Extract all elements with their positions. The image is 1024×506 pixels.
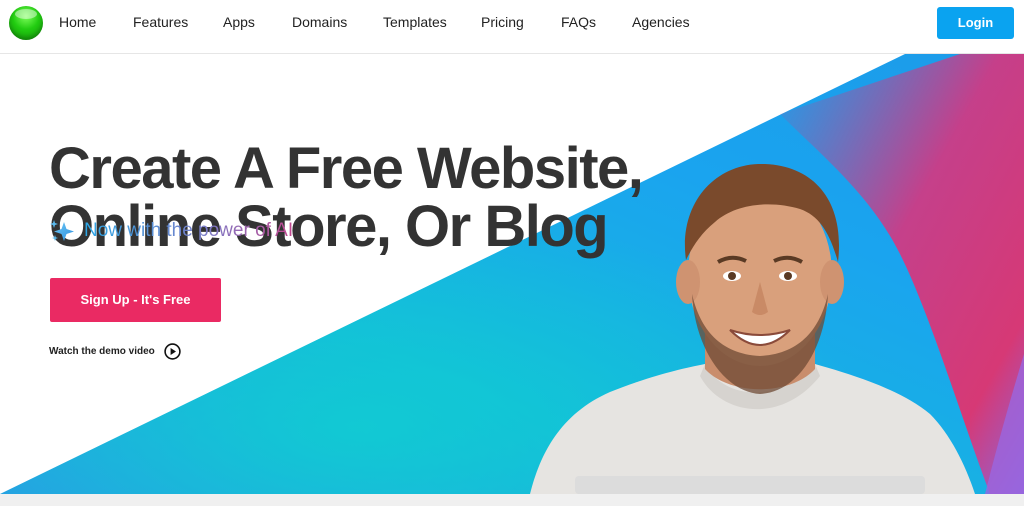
signup-button[interactable]: Sign Up - It's Free	[50, 278, 221, 322]
play-circle-icon[interactable]	[164, 342, 181, 360]
sparkle-icon	[50, 220, 74, 241]
hero-section: Create A Free Website, Online Store, Or …	[0, 54, 1024, 494]
nav-item-pricing[interactable]: Pricing	[481, 14, 524, 30]
ai-tagline: Now with the power of AI	[48, 218, 293, 244]
nav-item-features[interactable]: Features	[133, 14, 188, 30]
watch-demo-label: Watch the demo video	[49, 345, 155, 357]
watch-demo-link[interactable]: Watch the demo video	[49, 342, 181, 360]
site-header: Home Features Apps Domains Templates Pri…	[0, 0, 1024, 54]
nav-item-templates[interactable]: Templates	[383, 14, 447, 30]
ai-tagline-text: Now with the power of AI	[84, 220, 294, 241]
nav-item-apps[interactable]: Apps	[223, 14, 255, 30]
hero-headline-line1: Create A Free Website,	[49, 136, 644, 201]
nav-item-agencies[interactable]: Agencies	[632, 14, 690, 30]
green-sphere-logo-icon[interactable]	[9, 6, 43, 40]
page-bottom-strip	[0, 494, 1024, 506]
login-button[interactable]: Login	[937, 7, 1014, 39]
nav-item-home[interactable]: Home	[59, 14, 96, 30]
nav-item-domains[interactable]: Domains	[292, 14, 347, 30]
nav-item-faqs[interactable]: FAQs	[561, 14, 596, 30]
